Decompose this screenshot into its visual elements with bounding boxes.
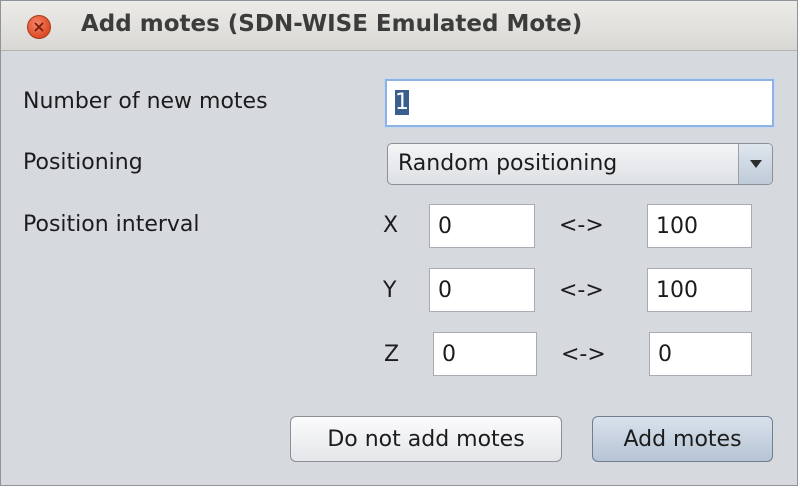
add-motes-button[interactable]: Add motes — [592, 416, 773, 462]
x-min-field[interactable]: 0 — [429, 204, 535, 248]
y-min-field[interactable]: 0 — [429, 268, 535, 312]
z-max-value: 0 — [658, 342, 672, 367]
y-min-value: 0 — [438, 278, 452, 303]
y-separator: <-> — [559, 278, 604, 303]
x-separator: <-> — [559, 213, 604, 238]
x-max-field[interactable]: 100 — [647, 204, 752, 248]
z-separator: <-> — [561, 342, 606, 367]
y-max-field[interactable]: 100 — [647, 268, 752, 312]
mote-count-field[interactable]: 1 — [385, 79, 774, 127]
z-min-field[interactable]: 0 — [433, 332, 537, 376]
count-label: Number of new motes — [23, 89, 268, 114]
mote-count-value: 1 — [395, 90, 409, 115]
z-min-value: 0 — [442, 342, 456, 367]
x-min-value: 0 — [438, 214, 452, 239]
cancel-button[interactable]: Do not add motes — [290, 416, 562, 462]
add-motes-dialog: Add motes (SDN-WISE Emulated Mote) Numbe… — [0, 0, 798, 486]
close-button[interactable] — [27, 15, 51, 39]
positioning-dropdown[interactable]: Random positioning — [387, 143, 773, 185]
y-axis-label: Y — [383, 278, 397, 303]
y-max-value: 100 — [656, 278, 698, 303]
window-title: Add motes (SDN-WISE Emulated Mote) — [81, 11, 583, 37]
title-bar: Add motes (SDN-WISE Emulated Mote) — [1, 1, 797, 51]
x-max-value: 100 — [656, 214, 698, 239]
z-axis-label: Z — [384, 342, 400, 367]
close-icon — [34, 22, 44, 32]
dropdown-arrow[interactable] — [738, 144, 772, 184]
chevron-down-icon — [749, 160, 762, 168]
z-max-field[interactable]: 0 — [649, 332, 752, 376]
positioning-selected: Random positioning — [398, 151, 618, 176]
interval-label: Position interval — [23, 212, 200, 237]
positioning-label: Positioning — [23, 150, 143, 175]
x-axis-label: X — [383, 213, 399, 238]
